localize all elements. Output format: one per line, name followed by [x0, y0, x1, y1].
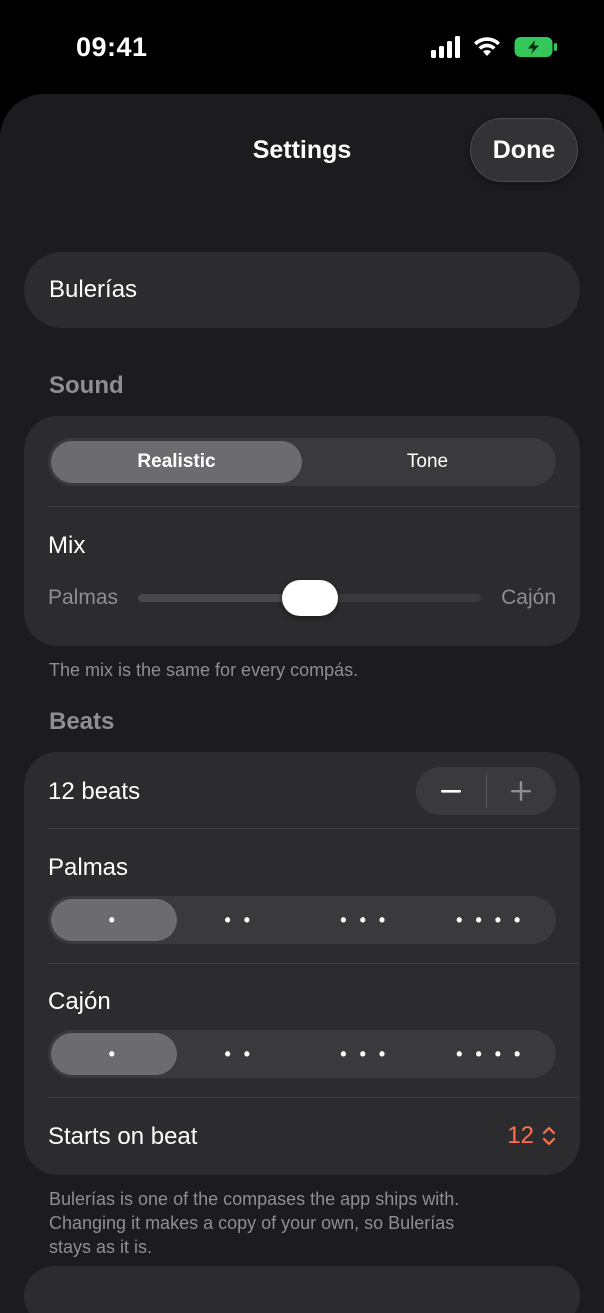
mix-label: Mix	[48, 532, 86, 559]
status-time: 09:41	[76, 32, 148, 62]
palmas-option-1[interactable]: •	[51, 899, 177, 941]
cajon-option-1[interactable]: •	[51, 1033, 177, 1075]
palmas-option-3[interactable]: • • •	[302, 899, 428, 941]
settings-sheet: Settings Done Bulerías Sound Realistic T…	[0, 94, 604, 1313]
palmas-label: Palmas	[48, 854, 129, 881]
footnote-line: Changing it makes a copy of your own, so…	[49, 1213, 455, 1233]
status-icons	[431, 36, 558, 58]
decrement-button[interactable]	[416, 767, 486, 815]
segment-tone[interactable]: Tone	[302, 441, 553, 483]
cellular-signal-icon	[431, 36, 460, 58]
divider	[48, 963, 580, 964]
increment-button[interactable]	[487, 767, 557, 815]
wifi-icon	[474, 37, 500, 56]
mix-slider-thumb[interactable]	[281, 580, 338, 616]
footnote-line: Bulerías is one of the compases the app …	[49, 1189, 460, 1209]
name-field[interactable]: Bulerías	[24, 252, 580, 328]
cajon-option-4[interactable]: • • • •	[428, 1033, 554, 1075]
divider	[48, 1097, 580, 1098]
palmas-option-2[interactable]: • •	[177, 899, 303, 941]
palmas-pattern-segmented-control: • • • • • • • • • •	[48, 896, 556, 944]
minus-icon	[440, 790, 461, 793]
slider-max-label: Cajón	[501, 586, 556, 609]
status-bar: 09:41	[0, 0, 604, 92]
cajon-label: Cajón	[48, 988, 111, 1015]
done-button[interactable]: Done	[470, 118, 578, 182]
slider-min-label: Palmas	[48, 586, 119, 609]
section-header-sound: Sound	[49, 372, 124, 399]
beats-card: 12 beats Palmas • • • • • • • • • • Cajó…	[24, 752, 580, 1175]
footnote-line: stays as it is.	[49, 1237, 153, 1257]
battery-charging-icon	[514, 37, 557, 57]
sound-card: Realistic Tone Mix Palmas Cajón	[24, 416, 580, 646]
compas-footnote: Bulerías is one of the compases the app …	[49, 1187, 459, 1259]
starts-on-beat-value: 12	[507, 1122, 534, 1149]
divider	[48, 828, 580, 829]
section-header-beats: Beats	[49, 708, 115, 735]
cajon-pattern-segmented-control: • • • • • • • • • •	[48, 1030, 556, 1078]
divider	[48, 506, 580, 507]
mix-footnote: The mix is the same for every compás.	[49, 660, 359, 680]
starts-on-beat-label: Starts on beat	[48, 1123, 198, 1150]
beat-count-label: 12 beats	[48, 778, 141, 805]
mix-slider-track[interactable]	[138, 580, 482, 616]
next-section-card	[24, 1266, 580, 1313]
cajon-option-2[interactable]: • •	[177, 1033, 303, 1075]
beat-count-stepper	[416, 767, 556, 815]
sound-mode-segmented-control: Realistic Tone	[48, 438, 556, 486]
chevron-up-down-icon	[542, 1126, 556, 1146]
segment-realistic[interactable]: Realistic	[51, 441, 302, 483]
mix-slider-row: Palmas Cajón	[48, 578, 556, 618]
starts-on-beat-picker[interactable]: 12	[507, 1122, 556, 1150]
plus-icon	[511, 781, 532, 801]
palmas-option-4[interactable]: • • • •	[428, 899, 554, 941]
cajon-option-3[interactable]: • • •	[302, 1033, 428, 1075]
